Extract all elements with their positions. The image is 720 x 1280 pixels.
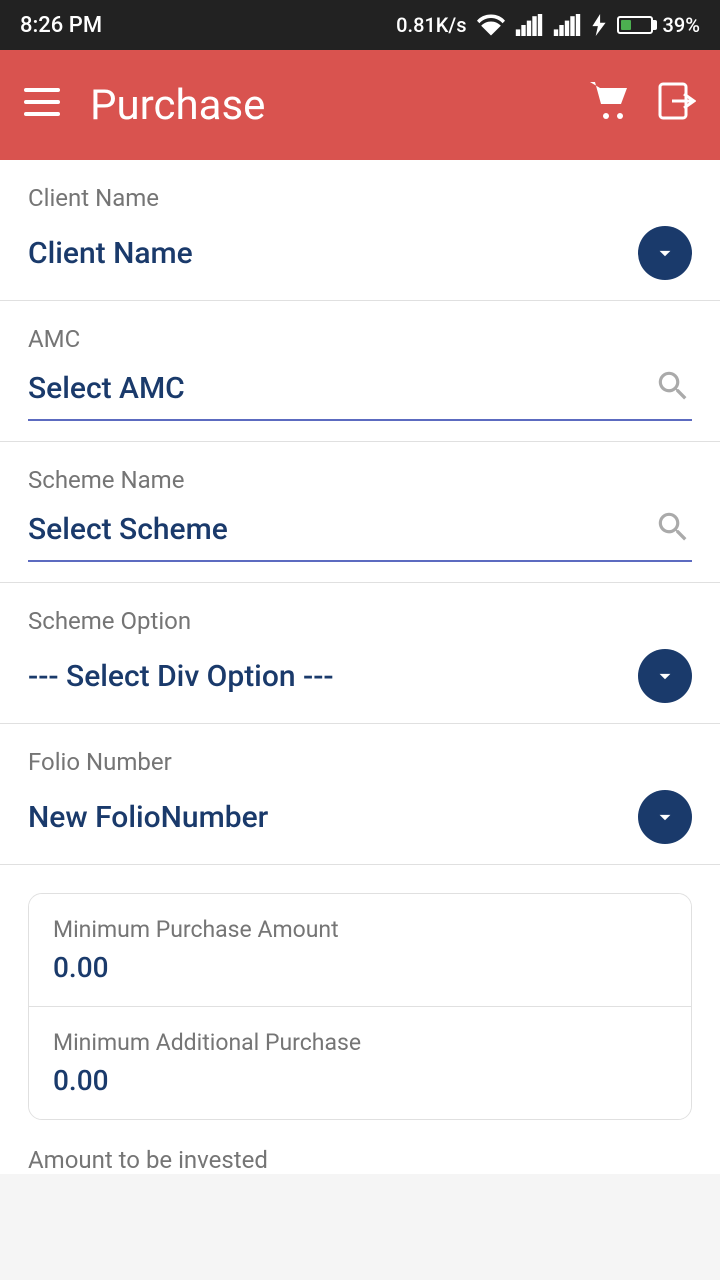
client-name-dropdown[interactable]: [638, 226, 692, 280]
battery-indicator: [617, 16, 653, 34]
signal-icon: [515, 14, 543, 36]
min-purchase-value: 0.00: [53, 951, 667, 984]
scheme-option-field: Scheme Option --- Select Div Option ---: [0, 583, 720, 724]
folio-number-dropdown[interactable]: [638, 790, 692, 844]
navbar: Purchase: [0, 50, 720, 160]
scheme-option-dropdown[interactable]: [638, 649, 692, 703]
scheme-name-label: Scheme Name: [28, 466, 692, 494]
cart-icon[interactable]: [590, 82, 630, 129]
navbar-right: [590, 82, 696, 129]
min-additional-row: Minimum Additional Purchase 0.00: [29, 1006, 691, 1119]
amc-label: AMC: [28, 325, 692, 353]
form-content: Client Name Client Name AMC Select AMC S…: [0, 160, 720, 1174]
wifi-icon: [477, 14, 505, 36]
folio-number-row[interactable]: New FolioNumber: [28, 790, 692, 844]
min-purchase-label: Minimum Purchase Amount: [53, 916, 667, 943]
scheme-name-field: Scheme Name Select Scheme: [0, 442, 720, 583]
amc-search-icon[interactable]: [654, 367, 692, 409]
charging-icon: [591, 14, 607, 36]
amc-row[interactable]: Select AMC: [28, 367, 692, 409]
client-name-value: Client Name: [28, 236, 193, 271]
scheme-option-label: Scheme Option: [28, 607, 692, 635]
status-time: 8:26 PM: [20, 13, 102, 38]
menu-icon[interactable]: [24, 85, 60, 125]
amount-to-invest-label: Amount to be invested: [0, 1120, 720, 1174]
page-title: Purchase: [90, 81, 265, 130]
time-display: 8:26 PM: [20, 13, 102, 38]
status-icons: 0.81K/s 39%: [396, 13, 700, 37]
scheme-name-row[interactable]: Select Scheme: [28, 508, 692, 550]
status-bar: 8:26 PM 0.81K/s: [0, 0, 720, 50]
purchase-info-card: Minimum Purchase Amount 0.00 Minimum Add…: [28, 893, 692, 1120]
scheme-search-icon[interactable]: [654, 508, 692, 550]
client-name-label: Client Name: [28, 184, 692, 212]
client-name-row[interactable]: Client Name: [28, 226, 692, 280]
min-purchase-row: Minimum Purchase Amount 0.00: [29, 894, 691, 1006]
scheme-name-value: Select Scheme: [28, 512, 228, 547]
scheme-option-row[interactable]: --- Select Div Option ---: [28, 649, 692, 703]
battery-percent: 39%: [663, 13, 700, 37]
folio-number-value: New FolioNumber: [28, 800, 268, 835]
folio-number-field: Folio Number New FolioNumber: [0, 724, 720, 865]
scheme-option-value: --- Select Div Option ---: [28, 659, 334, 694]
network-speed: 0.81K/s: [396, 13, 466, 37]
amc-field: AMC Select AMC: [0, 301, 720, 442]
signal2-icon: [553, 14, 581, 36]
navbar-left: Purchase: [24, 81, 265, 130]
logout-icon[interactable]: [658, 82, 696, 129]
client-name-field: Client Name Client Name: [0, 160, 720, 301]
min-additional-label: Minimum Additional Purchase: [53, 1029, 667, 1056]
folio-number-label: Folio Number: [28, 748, 692, 776]
min-additional-value: 0.00: [53, 1064, 667, 1097]
amc-value: Select AMC: [28, 371, 185, 406]
